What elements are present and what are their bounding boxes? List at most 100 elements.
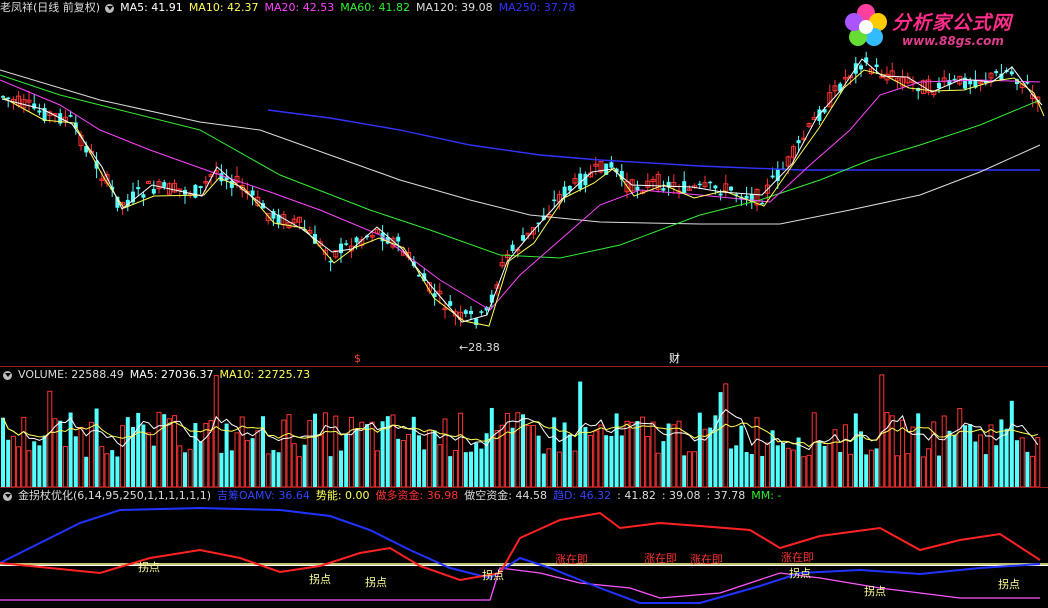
volume-bar xyxy=(374,450,380,487)
indicator-pane[interactable]: 金拐杖优化(6,14,95,250,1,1,1,1,1,1) 吉筹OAMV: 36… xyxy=(0,488,1048,608)
logo-url-text: www.88gs.com xyxy=(902,34,1004,48)
ma120-label: MA120: 39.08 xyxy=(415,1,493,14)
volume-bar xyxy=(604,435,609,487)
candle-body xyxy=(354,237,359,243)
volume-bar xyxy=(859,431,863,487)
value-label-3: : 37.78 xyxy=(706,489,746,502)
volume-bar xyxy=(474,442,479,487)
volume-bar xyxy=(1009,400,1014,487)
indicator-chart[interactable] xyxy=(0,488,1048,608)
candle-body xyxy=(552,199,557,202)
ma20-label: MA20: 42.53 xyxy=(264,1,335,14)
flower-logo-icon xyxy=(845,4,887,46)
ma20-line xyxy=(0,79,1041,311)
volume-bar xyxy=(864,454,869,487)
volume-bar xyxy=(244,440,250,487)
volume-bar xyxy=(291,443,297,487)
ma5-line xyxy=(1,58,1043,323)
volume-bar xyxy=(219,452,224,487)
value-label-1: : 41.82 xyxy=(617,489,656,502)
trend-d-label: 趋D: 46.32 xyxy=(552,489,612,502)
volume-bar xyxy=(265,453,271,487)
volume-pane[interactable]: VOLUME: 22588.49 MA5: 27036.37 MA10: 22725… xyxy=(0,367,1048,487)
volume-bar xyxy=(16,446,22,487)
volume-bar xyxy=(400,440,406,487)
volume-bar xyxy=(276,452,281,487)
volume-bar xyxy=(884,412,890,487)
volume-bar xyxy=(162,414,167,487)
volume-bar xyxy=(817,440,822,487)
site-logo[interactable]: 分析家公式网 www.88gs.com xyxy=(842,2,1042,52)
volume-bar xyxy=(515,412,521,487)
volume-bar xyxy=(84,456,89,487)
volume-bar xyxy=(110,450,115,487)
volume-bar xyxy=(889,415,895,487)
signal-pivot: 拐点 xyxy=(864,585,886,598)
volume-bar xyxy=(348,416,354,487)
ma60-line xyxy=(0,74,1041,259)
volume-bar xyxy=(842,424,848,487)
volume-bar xyxy=(801,456,807,487)
volume-bar xyxy=(183,452,187,487)
volume-bar xyxy=(598,424,604,487)
price-header: 老凤祥(日线 前复权) MA5: 41.91 MA10: 42.37 MA20: 42… xyxy=(0,0,581,16)
volume-bar xyxy=(567,434,572,487)
volume-bar xyxy=(365,424,369,487)
volume-bar xyxy=(572,450,578,487)
candle-body xyxy=(136,187,141,190)
logo-brand-text: 分析家公式网 xyxy=(892,12,1013,34)
vol-ma5-label: MA5: 27036.37 xyxy=(129,368,214,381)
mm-label: MM: - xyxy=(751,489,782,502)
indicator-pane-menu-icon[interactable] xyxy=(3,491,12,501)
volume-menu-icon[interactable] xyxy=(3,370,12,380)
candle-body xyxy=(469,310,473,315)
event-marker-dollar[interactable]: $ xyxy=(354,352,361,365)
volume-bar xyxy=(21,416,27,487)
volume-bar xyxy=(530,425,536,487)
volume-bar xyxy=(562,422,567,487)
ma60-label: MA60: 41.82 xyxy=(340,1,410,14)
volume-bar xyxy=(99,445,105,487)
volume-bar xyxy=(546,448,552,487)
volume-bar xyxy=(785,447,791,487)
indicator-menu-icon[interactable] xyxy=(105,3,115,13)
event-marker-finance[interactable]: 财 xyxy=(669,350,680,366)
volume-bar xyxy=(417,435,421,487)
volume-bar xyxy=(187,448,193,487)
volume-bar xyxy=(396,438,401,487)
volume-bar xyxy=(920,456,926,487)
volume-chart[interactable] xyxy=(0,367,1048,487)
candle-body xyxy=(151,188,156,194)
volume-bar xyxy=(1019,437,1025,487)
candle-body xyxy=(713,185,718,189)
candle-body xyxy=(567,185,572,191)
vol-ma10-line xyxy=(2,417,1038,448)
volume-bar xyxy=(868,449,874,487)
volume-bar xyxy=(146,432,152,487)
volume-bar xyxy=(848,453,854,487)
volume-bar xyxy=(229,450,234,487)
price-pane[interactable]: 老凤祥(日线 前复权) MA5: 41.91 MA10: 42.37 MA20: 42… xyxy=(0,0,1048,366)
volume-bar xyxy=(166,418,172,487)
candle-body xyxy=(37,110,42,113)
candle-body xyxy=(937,82,941,89)
ma250-label: MA250: 37.78 xyxy=(498,1,576,14)
candlestick-chart[interactable] xyxy=(0,0,1048,366)
volume-bar xyxy=(588,434,594,487)
volume-bar xyxy=(68,412,73,487)
volume-bar xyxy=(988,424,994,487)
candle-body xyxy=(708,181,713,184)
volume-bar xyxy=(957,408,963,487)
indicator-title: 金拐杖优化(6,14,95,250,1,1,1,1,1,1) xyxy=(18,489,212,502)
volume-bar xyxy=(894,455,900,487)
volume-bar xyxy=(104,453,110,487)
volume-bar xyxy=(910,426,916,487)
volume-bar xyxy=(255,430,261,487)
volume-bar xyxy=(770,430,775,487)
volume-bar xyxy=(734,445,739,487)
volume-bar xyxy=(619,435,624,487)
candle-body xyxy=(770,175,775,178)
volume-bar xyxy=(1030,455,1036,487)
volume-bar xyxy=(442,418,448,487)
volume-bar xyxy=(78,426,84,487)
